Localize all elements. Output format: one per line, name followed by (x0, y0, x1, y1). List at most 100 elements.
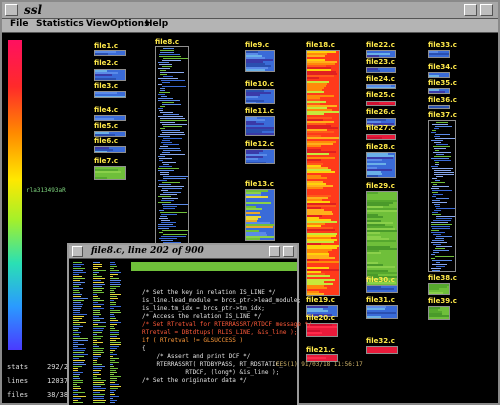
code-line-mark (158, 108, 163, 109)
minimap-line (73, 264, 84, 265)
menu-options[interactable]: Options (110, 19, 149, 29)
minimap-line (73, 312, 80, 313)
code-line-mark (246, 135, 273, 136)
file-block[interactable] (366, 50, 396, 58)
minimap-line (110, 310, 120, 311)
file-block[interactable] (428, 105, 450, 109)
file-label: file10.c (245, 80, 274, 88)
file-label: file5.c (94, 122, 119, 130)
file-block[interactable] (428, 283, 450, 295)
code-line-mark (367, 139, 386, 140)
file-block[interactable] (245, 149, 275, 164)
minimap-line (93, 388, 106, 389)
code-line-mark (435, 238, 444, 239)
file-block[interactable] (245, 116, 275, 136)
file-block[interactable] (306, 50, 340, 296)
popup-menu-icon[interactable] (72, 246, 83, 257)
code-line-mark (431, 166, 438, 167)
minimap-line (110, 262, 115, 263)
minimap-line (110, 272, 121, 273)
code-line-mark (433, 152, 451, 153)
code-line-mark (162, 140, 170, 141)
popup-minimap[interactable] (69, 260, 131, 405)
file-block[interactable] (428, 306, 450, 320)
file-block[interactable] (366, 152, 396, 178)
file-block[interactable] (366, 67, 396, 73)
menu-help[interactable]: Help (145, 19, 168, 29)
minimap-line (110, 318, 116, 319)
code-line-mark (160, 194, 177, 195)
minimap-line (73, 366, 82, 367)
window-menu-icon[interactable] (5, 4, 18, 16)
code-line-mark (435, 134, 450, 135)
code-line-mark (163, 208, 175, 209)
title-bar[interactable]: ssl (2, 2, 498, 19)
minimap-line (73, 336, 80, 337)
file-block[interactable] (94, 115, 126, 121)
code-line-mark (158, 156, 165, 157)
file-block[interactable] (245, 189, 275, 241)
popup-maximize-icon[interactable] (283, 246, 294, 257)
code-line-mark (431, 254, 435, 255)
minimap-line (73, 388, 81, 389)
file-label: file33.c (428, 41, 457, 49)
minimap-line (110, 314, 114, 315)
code-line-mark (436, 122, 448, 123)
file-label: file23.c (366, 58, 395, 66)
file-block[interactable] (94, 50, 126, 56)
code-line-mark (434, 142, 441, 143)
file-block[interactable] (245, 50, 275, 72)
minimap-line (110, 316, 115, 317)
popup-title-bar[interactable]: file8.c, line 202 of 900 (69, 245, 297, 259)
file-block[interactable] (366, 84, 396, 89)
minimap-line (110, 396, 119, 397)
file-block[interactable] (94, 69, 126, 81)
menu-statistics[interactable]: Statistics (36, 19, 84, 29)
window-title: ssl (24, 3, 43, 17)
file-block[interactable] (155, 46, 189, 256)
age-color-scale[interactable] (8, 40, 22, 350)
maximize-icon[interactable] (480, 4, 493, 16)
file-block[interactable] (428, 50, 450, 58)
code-line-mark (434, 148, 446, 149)
minimap-line (110, 392, 114, 393)
code-line-mark (434, 172, 454, 173)
minimap-line (110, 270, 119, 271)
file-block[interactable] (94, 146, 126, 153)
file-block[interactable] (94, 91, 126, 98)
source-view-popup[interactable]: file8.c, line 202 of 900 /* Set the key … (67, 243, 312, 405)
code-line-mark (367, 104, 394, 105)
file-block[interactable] (366, 305, 398, 319)
minimap-line (93, 352, 104, 353)
file-block[interactable] (366, 346, 398, 354)
minimap-line (93, 296, 98, 297)
code-line-mark (160, 172, 169, 173)
minimize-icon[interactable] (464, 4, 477, 16)
file-block[interactable] (428, 120, 456, 272)
minimap-line (73, 326, 83, 327)
code-line-mark (434, 160, 451, 161)
file-block[interactable] (366, 285, 398, 293)
code-line-mark (160, 106, 165, 107)
minimap-line (73, 328, 79, 329)
file-label: file39.c (428, 297, 457, 305)
code-line-mark (432, 228, 450, 229)
minimap-line (73, 268, 85, 269)
file-block[interactable] (366, 101, 396, 106)
minimap-line (110, 362, 119, 363)
file-block[interactable] (428, 88, 450, 94)
popup-minimize-icon[interactable] (269, 246, 280, 257)
minimap-line (110, 324, 117, 325)
code-line-mark (162, 204, 188, 205)
file-block[interactable] (94, 166, 126, 180)
minimap-line (73, 310, 80, 311)
minimap-line (73, 334, 79, 335)
file-block[interactable] (366, 134, 396, 140)
minimap-line (110, 346, 119, 347)
menu-file[interactable]: File (10, 19, 28, 29)
file-block[interactable] (428, 72, 450, 78)
file-block[interactable] (245, 89, 275, 104)
code-line-mark (162, 132, 184, 133)
code-line-mark (158, 62, 169, 63)
menu-view[interactable]: View (86, 19, 110, 29)
